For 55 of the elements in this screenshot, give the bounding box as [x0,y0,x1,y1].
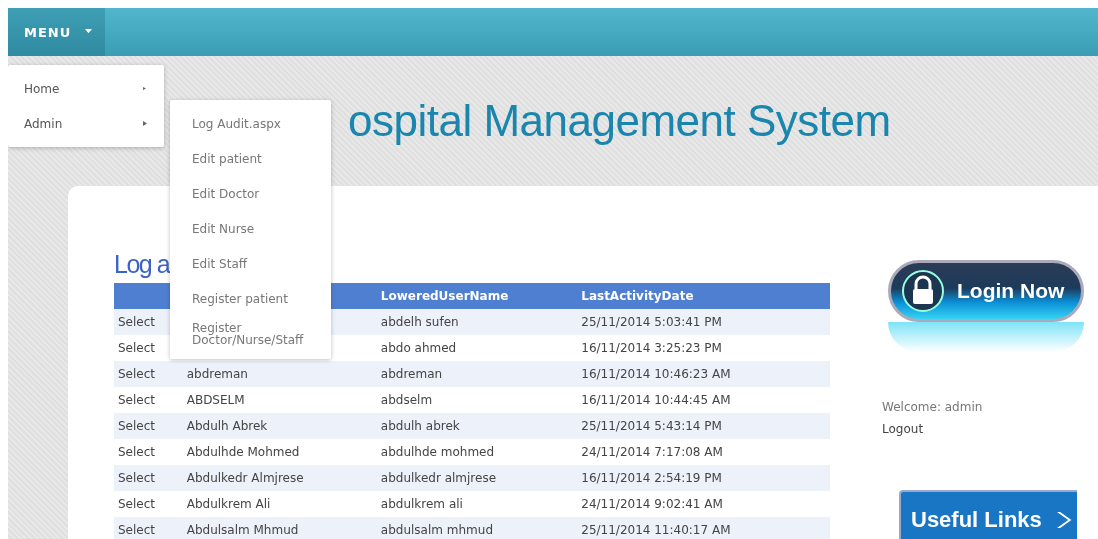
login-button[interactable]: Login Now [888,260,1084,322]
table-cell: 24/11/2014 9:02:41 AM [581,497,723,511]
site-title: ospital Management System [348,96,891,146]
table-cell: Abdulh Abrek [186,419,268,433]
welcome-text: Welcome: admin [882,400,984,414]
select-link[interactable]: Select [118,341,156,355]
table-cell: 16/11/2014 10:46:23 AM [581,367,731,381]
table-cell: abdulh abrek [380,419,460,433]
menu-item[interactable]: Admin [8,106,164,141]
table-cell: Abdulhde Mohmed [186,445,300,459]
table-cell: abdulhde mohmed [380,445,495,459]
table-cell: 25/11/2014 5:03:41 PM [581,315,722,329]
select-link[interactable]: Select [118,523,156,537]
table-cell: 16/11/2014 3:25:23 PM [581,341,722,355]
table-cell: abdulsalm mhmud [380,523,494,537]
table-cell: 25/11/2014 11:40:17 AM [581,523,731,537]
table-cell: abdelh sufen [380,315,459,329]
select-link[interactable]: Select [118,419,156,433]
column-header: LastActivityDate [577,283,830,309]
table-cell: ABDSELM [186,393,245,407]
select-link[interactable]: Select [118,367,156,381]
page-heading: Log a [114,250,170,280]
submenu-item[interactable]: Register Doctor/Nurse/Staff [170,316,331,351]
table-cell: 16/11/2014 2:54:19 PM [581,471,722,485]
select-link[interactable]: Select [118,393,156,407]
table-cell: abdulkrem ali [380,497,463,511]
select-link[interactable]: Select [118,315,156,329]
submenu-item[interactable]: Edit Staff [170,246,331,281]
table-cell: Abdulkedr Almjrese [186,471,304,485]
submenu-item[interactable]: Edit Doctor [170,176,331,211]
select-link[interactable]: Select [118,471,156,485]
table-cell: abdo ahmed [380,341,457,355]
table-cell: abdulkedr almjrese [380,471,497,485]
submenu-item[interactable]: Edit patient [170,141,331,176]
submenu-item[interactable]: Edit Nurse [170,211,331,246]
submenu-item[interactable]: Register patient [170,281,331,316]
table-cell: 16/11/2014 10:44:45 AM [581,393,731,407]
padlock-icon [901,269,945,313]
table-cell: abdreman [380,367,443,381]
table-cell: Abdulsalm Mhmud [186,523,299,537]
table-cell: abdselm [380,393,433,407]
table-cell: Abdulkrem Ali [186,497,271,511]
caret-icon [143,84,148,93]
submenu-item[interactable]: Log Audit.aspx [170,106,331,141]
table-cell: abdreman [186,367,248,381]
logout-link[interactable]: Logout [882,422,1092,436]
caret-icon [83,28,95,36]
table-cell: 24/11/2014 7:17:08 AM [581,445,723,459]
useful-links-button[interactable]: Useful Links [899,490,1077,539]
table-cell: 25/11/2014 5:43:14 PM [581,419,722,433]
caret-icon [143,119,148,128]
menu-item[interactable]: Home [8,71,164,106]
column-header: LoweredUserName [376,283,578,309]
select-link[interactable]: Select [118,497,156,511]
select-link[interactable]: Select [118,445,156,459]
